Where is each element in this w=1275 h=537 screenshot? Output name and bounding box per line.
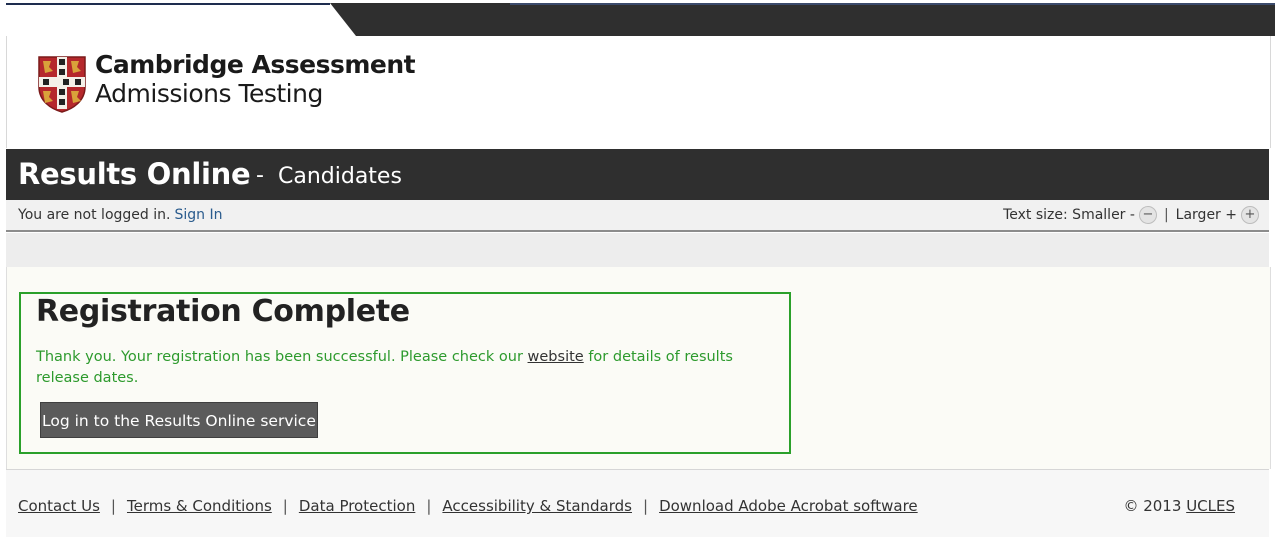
text-smaller-icon[interactable]: − [1138,206,1157,224]
university-crest-icon[interactable] [37,55,87,113]
brand-wordmark[interactable]: Cambridge Assessment Admissions Testing [95,50,416,108]
login-status-bar: You are not logged in. Sign In Text size:… [6,200,1269,232]
footer-link-contact-us[interactable]: Contact Us [18,497,100,515]
brand-line1: Cambridge Assessment [95,50,416,79]
login-results-online-button[interactable]: Log in to the Results Online service [40,402,318,438]
top-decorative-strip [0,0,1275,36]
success-message: Thank you. Your registration has been su… [36,347,781,389]
text-size-controls: Text size: Smaller - − | Larger + + [1003,206,1259,224]
text-size-label: Text size: Smaller - [1003,207,1135,223]
registration-success-panel: Registration Complete Thank you. Your re… [19,292,791,454]
footer-separator: | [643,497,649,515]
brand-line2: Admissions Testing [95,79,323,108]
footer: Contact Us | Terms & Conditions | Data P… [6,469,1269,537]
title-separator: - [256,163,264,188]
footer-link-accessibility[interactable]: Accessibility & Standards [442,497,632,515]
page: Cambridge Assessment Admissions Testing … [0,0,1275,537]
page-title: Results Online [18,157,251,191]
footer-separator: | [110,497,116,515]
text-size-separator: | [1163,207,1169,223]
login-status: You are not logged in. Sign In [18,207,222,223]
header-logo-area: Cambridge Assessment Admissions Testing [6,36,1271,148]
footer-separator: | [282,497,288,515]
website-link[interactable]: website [528,349,584,365]
spacer-band [6,233,1269,267]
copyright: © 2013 UCLES [1123,497,1235,515]
sign-in-link[interactable]: Sign In [174,207,222,223]
title-bar: Results Online - Candidates [6,149,1269,200]
login-status-text: You are not logged in. [18,207,171,223]
message-text-before: Thank you. Your registration has been su… [36,349,523,365]
main-content: Registration Complete Thank you. Your re… [6,267,1271,469]
page-subtitle: Candidates [278,164,402,189]
footer-links: Contact Us | Terms & Conditions | Data P… [18,497,918,515]
footer-separator: | [426,497,432,515]
panel-heading: Registration Complete [36,294,410,329]
ucles-link[interactable]: UCLES [1186,497,1235,515]
text-larger-label: Larger + [1175,207,1237,223]
footer-link-terms[interactable]: Terms & Conditions [127,497,272,515]
footer-link-adobe-acrobat[interactable]: Download Adobe Acrobat software [659,497,918,515]
text-larger-icon[interactable]: + [1241,206,1259,224]
copyright-text: © 2013 [1123,497,1182,515]
footer-link-data-protection[interactable]: Data Protection [299,497,415,515]
